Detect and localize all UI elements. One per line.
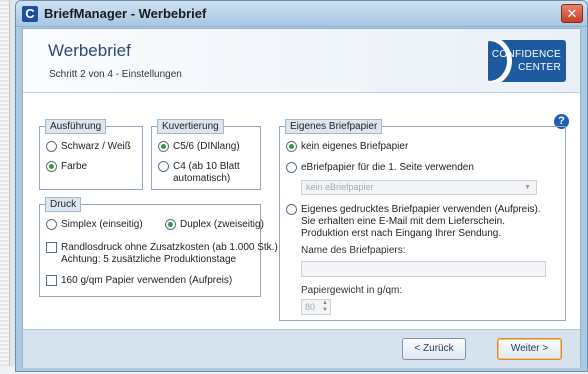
checkbox-label-line1: Randlosdruck ohne Zusatzkosten (ab 1.000… — [61, 242, 278, 253]
dialog-content: Werbebrief Schritt 2 von 4 - Einstellung… — [22, 28, 581, 368]
page-title: Werbebrief — [48, 41, 131, 60]
radio-label: C4 (ab 10 Blatt automatisch) — [173, 161, 240, 185]
radio-duplex[interactable]: Duplex (zweiseitig) — [165, 219, 264, 231]
checkbox-paper-160[interactable]: 160 g/qm Papier verwenden (Aufpreis) — [46, 275, 232, 287]
radio-label-line1: Eigenes gedrucktes Briefpapier verwenden… — [301, 204, 541, 215]
checkbox-label: Randlosdruck ohne Zusatzkosten (ab 1.000… — [61, 242, 278, 266]
radio-label: Eigenes gedrucktes Briefpapier verwenden… — [301, 204, 541, 240]
briefpapier-name-label: Name des Briefpapiers: — [301, 245, 406, 256]
back-button[interactable]: < Zurück — [402, 338, 466, 360]
spinner-arrows-icon[interactable]: ▲ ▼ — [322, 300, 328, 314]
checkbox-icon — [46, 275, 57, 286]
radio-icon — [286, 162, 297, 173]
radio-label-line2: Sie erhalten eine E-Mail mit dem Liefers… — [301, 216, 505, 227]
background-edge — [0, 0, 10, 374]
radio-schwarz-weiss[interactable]: Schwarz / Weiß — [46, 141, 131, 153]
radio-selected-icon — [158, 141, 169, 152]
radio-label: Duplex (zweiseitig) — [180, 219, 264, 230]
group-eigenes-briefpapier: Eigenes Briefpapier kein eigenes Briefpa… — [279, 119, 566, 321]
checkbox-label-line2: Achtung: 5 zusätzliche Produktionstage — [61, 254, 237, 265]
radio-label: C5/6 (DINlang) — [173, 141, 240, 152]
dialog-window: C BriefManager - Werbebrief ✕ Werbebrief… — [15, 0, 588, 372]
radio-eigenes-gedrucktes[interactable]: Eigenes gedrucktes Briefpapier verwenden… — [286, 204, 541, 240]
radio-kein-briefpapier[interactable]: kein eigenes Briefpapier — [286, 141, 408, 153]
wizard-header: Werbebrief Schritt 2 von 4 - Einstellung… — [23, 29, 580, 93]
radio-label: eBriefpapier für die 1. Seite verwenden — [301, 162, 474, 173]
group-ausfuehrung-legend: Ausführung — [45, 119, 107, 134]
stepper-value: 80 — [305, 302, 316, 312]
checkbox-randlosdruck[interactable]: Randlosdruck ohne Zusatzkosten (ab 1.000… — [46, 242, 278, 266]
radio-selected-icon — [165, 219, 176, 230]
radio-icon — [158, 161, 169, 172]
radio-icon — [286, 204, 297, 215]
papiergewicht-stepper[interactable]: 80 ▲ ▼ — [301, 299, 331, 315]
radio-c4[interactable]: C4 (ab 10 Blatt automatisch) — [158, 161, 240, 185]
window-title: BriefManager - Werbebrief — [44, 6, 207, 21]
radio-c56-dinlang[interactable]: C5/6 (DINlang) — [158, 141, 240, 153]
briefpapier-name-input[interactable] — [301, 261, 546, 277]
select-value: kein eBriefpapier — [306, 182, 374, 192]
chevron-down-icon: ▼ — [524, 184, 531, 191]
group-kuvertierung: Kuvertierung C5/6 (DINlang) C4 (ab 10 Bl… — [151, 119, 261, 190]
group-druck-legend: Druck — [45, 197, 82, 212]
group-druck: Druck Simplex (einseitig) Duplex (zweise… — [39, 197, 278, 297]
papiergewicht-label: Papiergewicht in g/qm: — [301, 285, 403, 296]
radio-icon — [46, 141, 57, 152]
radio-label-line3: Produktion erst nach Eingang Ihrer Sendu… — [301, 228, 502, 239]
group-briefpapier-legend: Eigenes Briefpapier — [285, 119, 383, 134]
radio-icon — [46, 219, 57, 230]
radio-ebriefpapier[interactable]: eBriefpapier für die 1. Seite verwenden — [286, 162, 474, 174]
radio-label: Farbe — [61, 161, 88, 172]
title-bar[interactable]: C BriefManager - Werbebrief ✕ — [16, 1, 587, 27]
checkbox-icon — [46, 242, 57, 253]
radio-farbe[interactable]: Farbe — [46, 161, 87, 173]
radio-label: Schwarz / Weiß — [61, 141, 131, 152]
radio-selected-icon — [286, 141, 297, 152]
radio-label: Simplex (einseitig) — [61, 219, 143, 230]
step-indicator: Schritt 2 von 4 - Einstellungen — [49, 69, 182, 80]
group-ausfuehrung: Ausführung Schwarz / Weiß Farbe — [39, 119, 143, 190]
logo-text-line2: CENTER — [518, 62, 561, 73]
radio-label: kein eigenes Briefpapier — [301, 141, 409, 152]
wizard-footer: < Zurück Weiter > — [23, 329, 580, 368]
radio-simplex[interactable]: Simplex (einseitig) — [46, 219, 143, 231]
next-button[interactable]: Weiter > — [497, 338, 562, 360]
group-kuvertierung-legend: Kuvertierung — [157, 119, 224, 134]
radio-label-line1: C4 (ab 10 Blatt — [173, 161, 240, 172]
logo-arc-icon — [488, 40, 512, 82]
radio-selected-icon — [46, 161, 57, 172]
radio-label-line2: automatisch) — [173, 173, 231, 184]
confidence-center-logo: CONFIDENCE CENTER — [488, 40, 566, 82]
checkbox-label: 160 g/qm Papier verwenden (Aufpreis) — [61, 275, 233, 286]
ebriefpapier-select[interactable]: kein eBriefpapier ▼ — [301, 180, 537, 195]
app-icon: C — [22, 6, 38, 22]
logo-text-line1: CONFIDENCE — [491, 49, 561, 60]
close-button[interactable]: ✕ — [561, 4, 583, 23]
